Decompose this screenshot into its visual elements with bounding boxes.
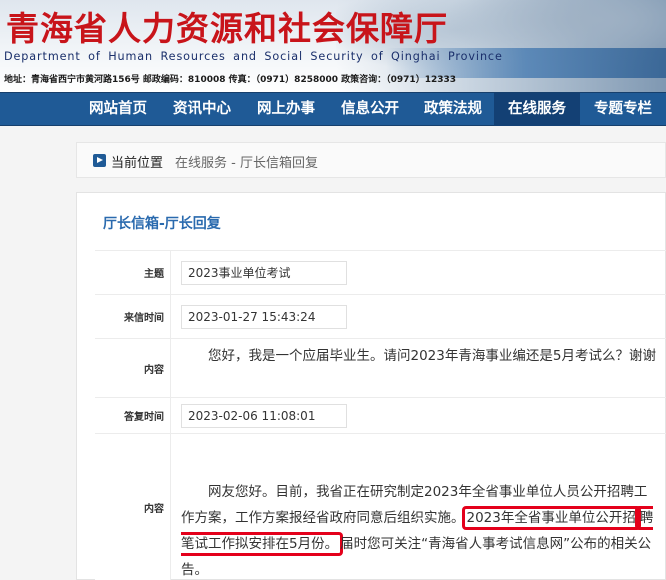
site-title: 青海省人力资源和社会保障厅 bbox=[6, 9, 448, 48]
row-content: 内容 您好，我是一个应届毕业生。请问2023年青海事业编还是5月考试么？谢谢 bbox=[95, 338, 666, 397]
panel-title: 厅长信箱-厅长回复 bbox=[103, 216, 221, 232]
reply-time-label: 答复时间 bbox=[95, 398, 171, 433]
nav-item-home[interactable]: 网站首页 bbox=[76, 93, 160, 126]
reply-content: 网友您好。目前，我省正在研究制定2023年全省事业单位人员公开招聘工作方案，工作… bbox=[181, 479, 659, 580]
play-arrow-icon bbox=[93, 154, 106, 167]
breadcrumb-path[interactable]: 在线服务 - 厅长信箱回复 bbox=[175, 152, 318, 171]
sent-time-value: 2023-01-27 15:43:24 bbox=[181, 305, 347, 329]
nav-item-online-service[interactable]: 在线服务 bbox=[494, 93, 580, 126]
letter-content: 您好，我是一个应届毕业生。请问2023年青海事业编还是5月考试么？谢谢 bbox=[208, 348, 656, 364]
site-subtitle: Department of Human Resources and Social… bbox=[4, 50, 503, 63]
reply-label: 内容 bbox=[95, 434, 171, 580]
nav-item-special-topics[interactable]: 专题专栏 bbox=[580, 93, 666, 126]
content-label: 内容 bbox=[95, 339, 171, 397]
row-subject: 主题 2023事业单位考试 bbox=[95, 250, 666, 294]
breadcrumb: 当前位置 在线服务 - 厅长信箱回复 bbox=[76, 142, 666, 178]
site-header-banner: 青海省人力资源和社会保障厅 Department of Human Resour… bbox=[0, 0, 666, 92]
row-reply-time: 答复时间 2023-02-06 11:08:01 bbox=[95, 397, 666, 433]
reply-highlight-a: 2023年全省事业单位公开招 bbox=[461, 506, 641, 530]
sent-time-label: 来信时间 bbox=[95, 295, 171, 338]
breadcrumb-label: 当前位置 bbox=[111, 156, 164, 171]
subject-value: 2023事业单位考试 bbox=[181, 261, 347, 285]
nav-item-info-disclosure[interactable]: 信息公开 bbox=[328, 93, 412, 126]
subject-label: 主题 bbox=[95, 251, 171, 294]
mailbox-reply-panel: 厅长信箱-厅长回复 主题 2023事业单位考试 来信时间 2023-01-27 … bbox=[76, 192, 666, 580]
site-address: 地址：青海省西宁市黄河路156号 邮政编码：810008 传真：（0971）82… bbox=[4, 75, 457, 85]
nav-item-policy[interactable]: 政策法规 bbox=[412, 93, 494, 126]
main-nav: 网站首页 资讯中心 网上办事 信息公开 政策法规 在线服务 专题专栏 bbox=[0, 92, 666, 126]
nav-item-online-affairs[interactable]: 网上办事 bbox=[244, 93, 328, 126]
row-sent-time: 来信时间 2023-01-27 15:43:24 bbox=[95, 294, 666, 338]
reply-time-value: 2023-02-06 11:08:01 bbox=[181, 404, 347, 428]
row-reply: 内容 网友您好。目前，我省正在研究制定2023年全省事业单位人员公开招聘工作方案… bbox=[95, 433, 666, 580]
nav-item-news[interactable]: 资讯中心 bbox=[160, 93, 244, 126]
